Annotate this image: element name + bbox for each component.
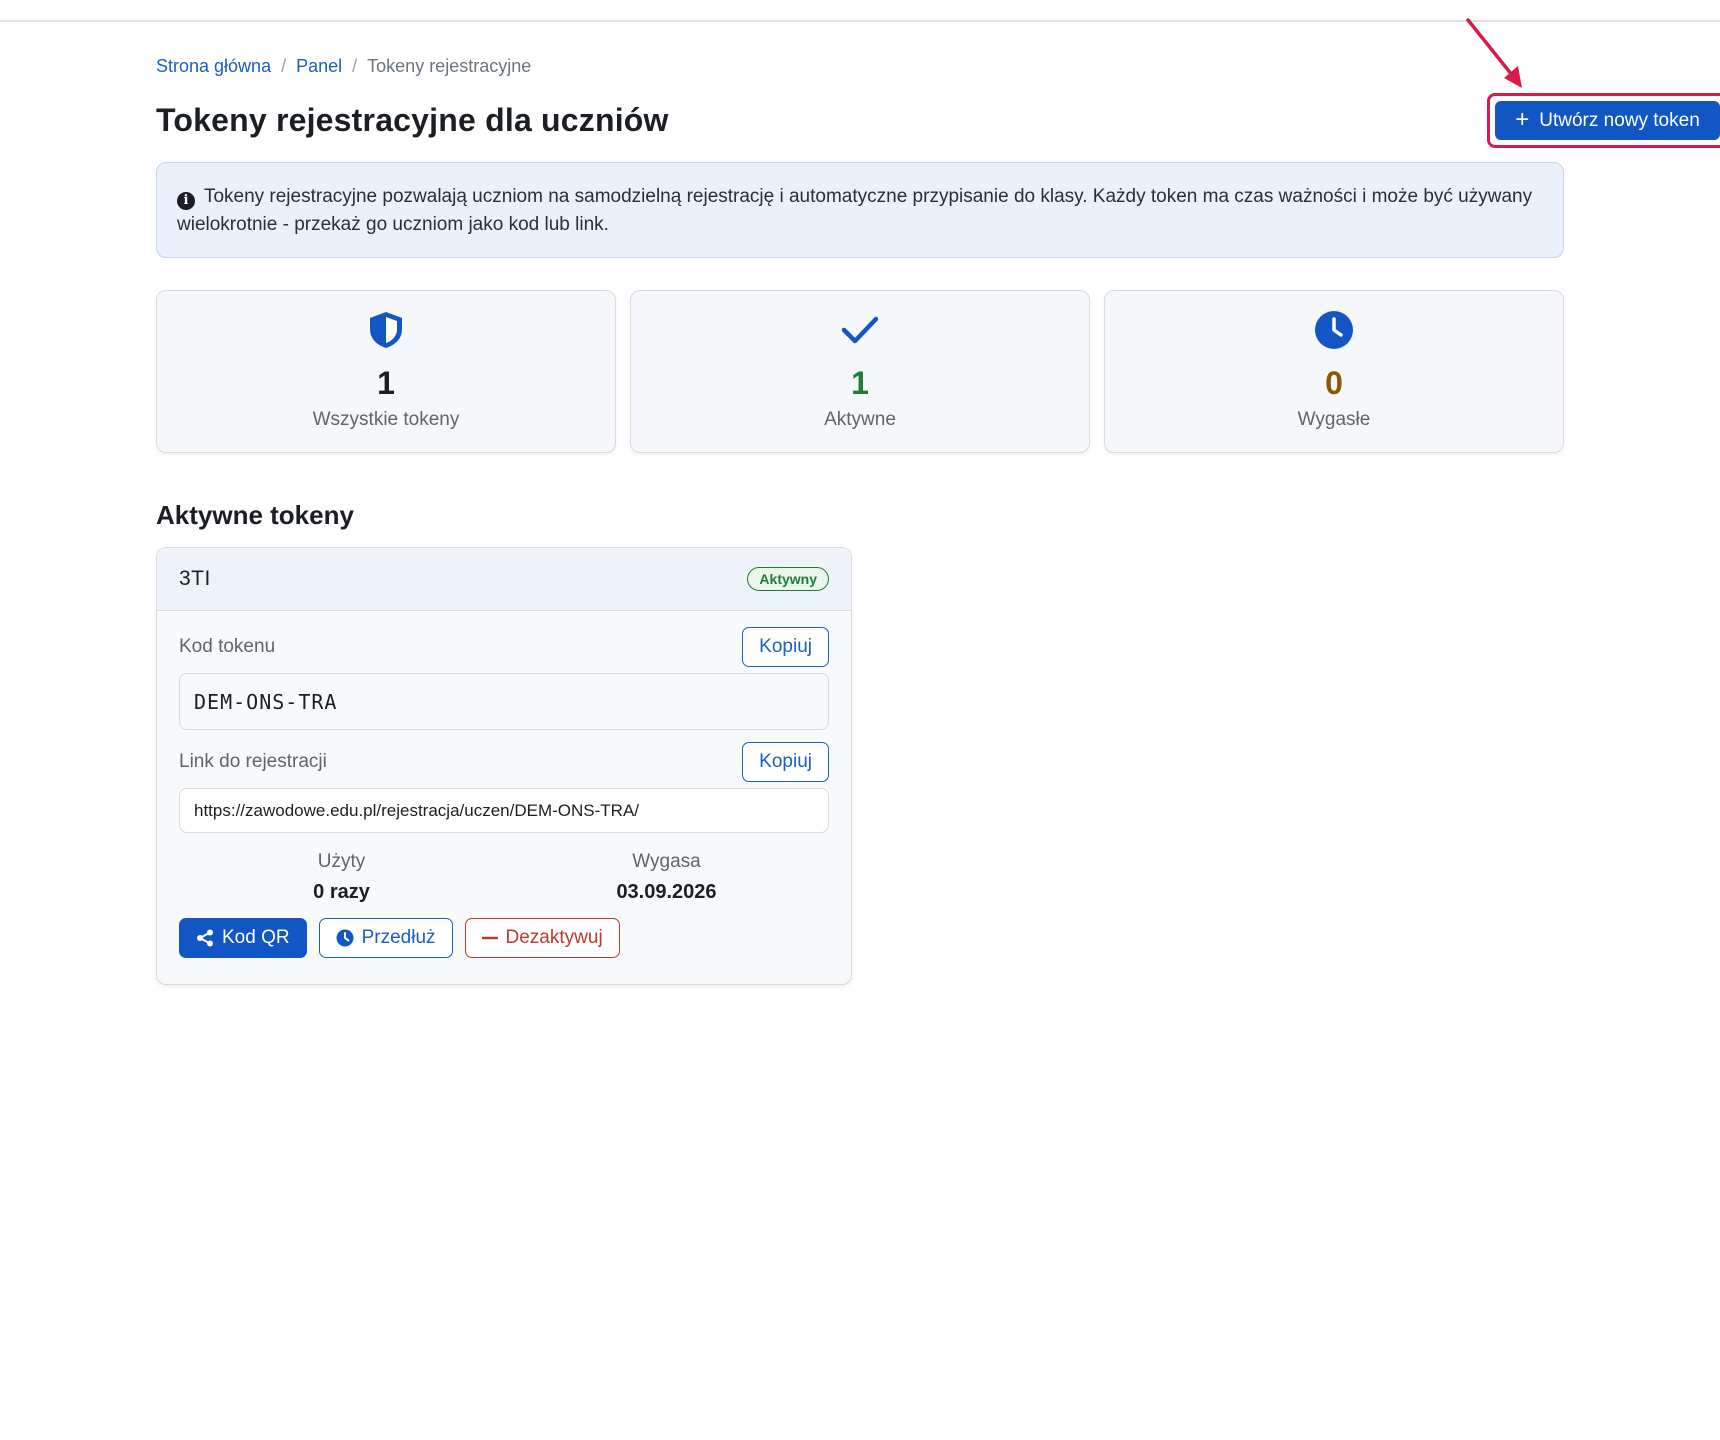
expires-label: Wygasa (632, 851, 701, 872)
stat-card-active: 1 Aktywne (630, 290, 1090, 453)
copy-link-button[interactable]: Kopiuj (742, 742, 829, 782)
breadcrumb-separator: / (352, 56, 358, 76)
clock-icon (336, 929, 354, 947)
token-card: 3TI Aktywny Kod tokenu Kopiuj DEM-ONS-TR… (156, 547, 852, 985)
stat-value-active: 1 (851, 365, 869, 401)
info-icon: i (177, 192, 195, 210)
stat-label-expired: Wygasłe (1297, 409, 1371, 430)
expires-value: 03.09.2026 (616, 881, 717, 903)
breadcrumb: Strona główna / Panel / Tokeny rejestrac… (156, 56, 531, 77)
top-divider (0, 20, 1720, 22)
registration-link-field[interactable]: https://zawodowe.edu.pl/rejestracja/ucze… (179, 788, 829, 833)
token-card-body: Kod tokenu Kopiuj DEM-ONS-TRA Link do re… (157, 611, 851, 958)
info-alert: i Tokeny rejestracyjne pozwalają uczniom… (156, 162, 1564, 258)
create-token-button[interactable]: + Utwórz nowy token (1495, 101, 1720, 140)
clock-icon (1314, 309, 1354, 351)
extend-button[interactable]: Przedłuż (318, 918, 453, 958)
token-card-header: 3TI Aktywny (157, 548, 851, 611)
share-icon (197, 929, 213, 947)
qr-code-button[interactable]: Kod QR (179, 918, 307, 958)
token-meta: Użyty 0 razy Wygasa 03.09.2026 (179, 851, 829, 904)
breadcrumb-separator: / (281, 56, 287, 76)
create-token-label: Utwórz nowy token (1539, 109, 1700, 131)
link-label: Link do rejestracji (179, 751, 327, 772)
page-title: Tokeny rejestracyjne dla uczniów (156, 102, 669, 138)
code-label: Kod tokenu (179, 636, 276, 657)
annotation-arrow-icon (1466, 18, 1522, 88)
stat-value-all: 1 (377, 365, 395, 401)
token-code-field[interactable]: DEM-ONS-TRA (179, 673, 829, 730)
breadcrumb-current: Tokeny rejestracyjne (367, 56, 532, 76)
section-title: Aktywne tokeny (156, 500, 354, 530)
copy-code-button[interactable]: Kopiuj (742, 627, 829, 667)
expires-column: Wygasa 03.09.2026 (504, 851, 829, 904)
status-badge: Aktywny (747, 567, 829, 591)
breadcrumb-home-link[interactable]: Strona główna (156, 56, 271, 77)
stat-label-all: Wszystkie tokeny (312, 409, 460, 430)
check-icon (840, 309, 880, 351)
used-value: 0 razy (313, 881, 370, 903)
link-field-row: Link do rejestracji Kopiuj (179, 742, 829, 782)
stat-value-expired: 0 (1325, 365, 1343, 401)
info-text: Tokeny rejestracyjne pozwalają uczniom n… (177, 186, 1533, 235)
stat-card-all: 1 Wszystkie tokeny (156, 290, 616, 453)
shield-icon (367, 309, 405, 351)
token-actions: Kod QR Przedłuż Dezaktywuj (179, 918, 829, 958)
plus-icon: + (1515, 105, 1530, 133)
stat-label-active: Aktywne (824, 409, 896, 430)
extend-label: Przedłuż (361, 927, 436, 948)
stat-card-expired: 0 Wygasłe (1104, 290, 1564, 453)
minus-icon (481, 936, 498, 940)
used-label: Użyty (317, 851, 366, 872)
breadcrumb-panel-link[interactable]: Panel (296, 56, 342, 77)
deactivate-label: Dezaktywuj (505, 927, 603, 948)
used-column: Użyty 0 razy (179, 851, 504, 904)
deactivate-button[interactable]: Dezaktywuj (464, 918, 620, 958)
code-field-row: Kod tokenu Kopiuj (179, 627, 829, 667)
token-class-name: 3TI (179, 567, 211, 590)
qr-code-label: Kod QR (222, 927, 290, 948)
stats-row: 1 Wszystkie tokeny 1 Aktywne 0 Wygasłe (156, 290, 1564, 453)
